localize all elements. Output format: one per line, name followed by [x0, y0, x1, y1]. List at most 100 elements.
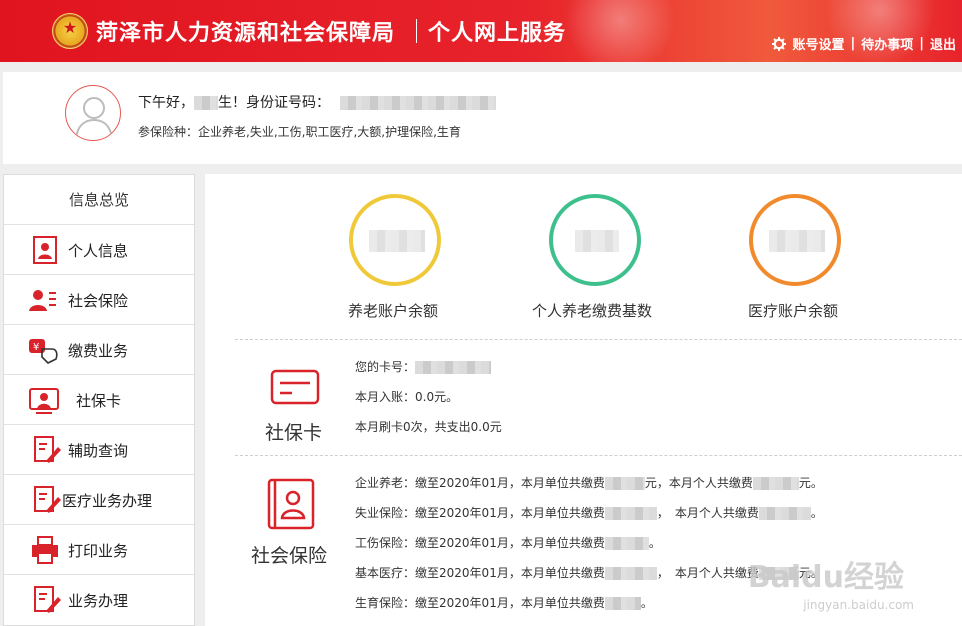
user-silhouette-icon	[75, 97, 113, 139]
unit-tail: ，	[656, 506, 669, 520]
ring-label: 养老账户余额	[348, 302, 439, 320]
link-separator: |	[919, 36, 924, 51]
unit-tail: ，	[656, 566, 669, 580]
sidebar-item-social-card[interactable]: 社保卡	[4, 375, 194, 425]
paid-to: 缴至2020年01月，	[415, 596, 521, 610]
todo-link[interactable]: 待办事项	[861, 34, 913, 53]
national-emblem-icon	[52, 13, 88, 49]
sidebar-item-social-insurance[interactable]: 社会保险	[4, 275, 194, 325]
month-income-line: 本月入账：0.0元。	[355, 390, 459, 404]
title-divider	[416, 19, 417, 43]
redacted-amount	[604, 597, 641, 610]
baidu-watermark-url: jingyan.baidu.com	[803, 598, 914, 612]
redacted-value	[769, 230, 825, 252]
link-separator: |	[850, 36, 856, 51]
ring-label: 个人养老缴费基数	[532, 302, 653, 320]
id-card-icon	[28, 385, 59, 415]
insurance-types: 参保险种：企业养老,失业,工伤,职工医疗,大额,护理保险,生育	[138, 123, 461, 140]
edit-doc-icon	[32, 485, 62, 515]
svg-text:¥: ¥	[33, 342, 39, 353]
sidebar-item-business[interactable]: 业务办理	[4, 575, 194, 625]
insurance-name: 基本医疗：	[355, 566, 416, 580]
gear-icon[interactable]	[772, 36, 787, 51]
site-title: 菏泽市人力资源和社会保障局	[96, 21, 396, 46]
sidebar-item-label: 辅助查询	[68, 442, 129, 460]
sidebar-item-label: 医疗业务办理	[62, 492, 153, 510]
person-tail: 元。	[798, 476, 823, 490]
greeting-text: 下午好， 生！身份证号码：	[138, 92, 496, 112]
sidebar-item-label: 打印业务	[68, 542, 129, 560]
redacted-card-number	[415, 361, 492, 374]
sidebar-item-payment[interactable]: ¥ 缴费业务	[4, 325, 194, 375]
account-settings-link[interactable]: 账号设置	[792, 34, 844, 53]
person-tail: 。	[810, 506, 823, 520]
insurance-row: 企业养老：缴至2020年01月，本月单位共缴费 元，本月个人共缴费 元。	[355, 474, 823, 491]
yuan-hand-icon: ¥	[28, 335, 58, 365]
sidebar-item-medical-business[interactable]: 医疗业务办理	[4, 475, 194, 525]
banner-sparkle	[560, 0, 680, 62]
redacted-amount	[604, 567, 657, 580]
edit-doc-icon	[32, 435, 62, 465]
unit-tail: 。	[648, 536, 661, 550]
sidebar-item-print[interactable]: 打印业务	[4, 525, 194, 575]
insurance-name: 工伤保险：	[355, 536, 416, 550]
redacted-amount	[752, 477, 799, 490]
month-swipe-line: 本月刷卡0次，共支出0.0元	[355, 420, 502, 434]
greeting-prefix: 下午好，	[138, 95, 194, 111]
insurance-row: 工伤保险：缴至2020年01月，本月单位共缴费 。	[355, 534, 661, 551]
main-content: 养老账户余额 个人养老缴费基数 医疗账户余额 社保卡 您的卡号： 本月入账：0.…	[205, 174, 962, 626]
medical-balance-ring[interactable]	[749, 194, 841, 286]
bank-card-icon	[270, 369, 320, 409]
insurance-row: 生育保险：缴至2020年01月，本月单位共缴费 。	[355, 594, 653, 611]
top-banner: 菏泽市人力资源和社会保障局 个人网上服务 账号设置 | 待办事项 | 退出	[0, 0, 962, 62]
unit-payment: 本月单位共缴费	[520, 536, 605, 550]
unit-payment: 本月单位共缴费	[520, 506, 605, 520]
sidebar-item-label: 个人信息	[68, 242, 129, 260]
paid-to: 缴至2020年01月，	[415, 506, 521, 520]
pension-base-ring[interactable]	[549, 194, 641, 286]
insurance-section-title: 社会保险	[251, 545, 328, 567]
insurance-booklet-icon	[267, 478, 315, 534]
unit-tail: 元，	[644, 476, 669, 490]
insurance-name: 生育保险：	[355, 596, 416, 610]
section-divider	[235, 455, 962, 456]
printer-icon	[30, 535, 60, 565]
edit-doc-icon	[32, 585, 62, 615]
redacted-value	[575, 230, 619, 252]
redacted-name	[194, 96, 218, 110]
sidebar: 信息总览 个人信息 社会保险 ¥ 缴费业务 社保卡 辅助查询 医疗业务办理 打印…	[3, 174, 195, 626]
personal-payment: 本月个人共缴费	[674, 506, 759, 520]
unit-payment: 本月单位共缴费	[520, 476, 605, 490]
card-section-title: 社保卡	[265, 422, 323, 444]
pension-balance-ring[interactable]	[349, 194, 441, 286]
redacted-amount	[604, 477, 645, 490]
insurance-name: 企业养老：	[355, 476, 416, 490]
redacted-id-number	[340, 96, 496, 110]
redacted-value	[369, 230, 425, 252]
unit-payment: 本月单位共缴费	[520, 566, 605, 580]
sidebar-item-label: 社会保险	[68, 292, 129, 310]
ring-label: 医疗账户余额	[748, 302, 839, 320]
baidu-watermark: Baidu经验	[747, 560, 904, 595]
insurance-label: 参保险种：	[138, 125, 199, 139]
personal-payment: 本月个人共缴费	[668, 476, 753, 490]
top-links: 账号设置 | 待办事项 | 退出	[772, 34, 956, 53]
personal-payment: 本月个人共缴费	[674, 566, 759, 580]
card-number-line: 您的卡号：	[355, 358, 492, 375]
redacted-amount	[604, 507, 657, 520]
paid-to: 缴至2020年01月，	[415, 536, 521, 550]
unit-payment: 本月单位共缴费	[520, 596, 605, 610]
sidebar-item-personal-info[interactable]: 个人信息	[4, 225, 194, 275]
card-number-label: 您的卡号：	[355, 360, 416, 374]
section-divider	[235, 339, 962, 340]
insurance-row: 失业保险：缴至2020年01月，本月单位共缴费 ， 本月个人共缴费 。	[355, 504, 823, 521]
insurance-values: 企业养老,失业,工伤,职工医疗,大额,护理保险,生育	[198, 125, 461, 139]
paid-to: 缴至2020年01月，	[415, 566, 521, 580]
unit-tail: 。	[640, 596, 653, 610]
avatar	[65, 85, 121, 141]
sidebar-heading[interactable]: 信息总览	[4, 175, 194, 225]
greeting-suffix: 生！身份证号码：	[218, 95, 330, 111]
logout-link[interactable]: 退出	[930, 34, 956, 53]
sidebar-item-auxiliary-query[interactable]: 辅助查询	[4, 425, 194, 475]
redacted-amount	[758, 507, 811, 520]
